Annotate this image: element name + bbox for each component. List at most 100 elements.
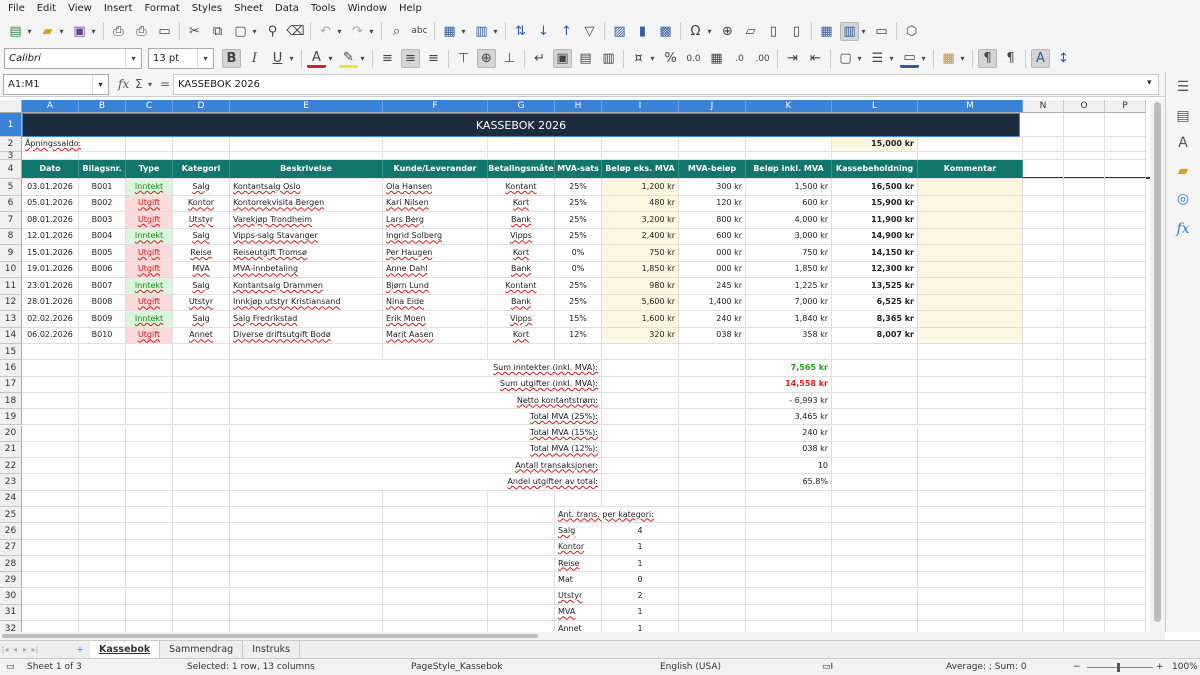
empty-cell[interactable]	[679, 392, 746, 410]
border-color-dropdown-icon[interactable]: ▾	[919, 49, 928, 68]
table-cell[interactable]: 16,500 kr	[832, 179, 918, 196]
column-label[interactable]: Bilagsnr.	[79, 160, 126, 179]
empty-cell[interactable]	[832, 604, 918, 622]
empty-cell[interactable]	[1064, 160, 1105, 179]
empty-cell[interactable]	[1064, 604, 1105, 622]
category-name[interactable]: Kontor	[555, 539, 602, 556]
table-cell[interactable]: Vipps	[488, 311, 555, 328]
empty-cell[interactable]	[832, 523, 918, 540]
row-header[interactable]: 17	[0, 376, 22, 393]
selection-mode-icon[interactable]: ▭I	[822, 662, 833, 672]
row-header[interactable]: 14	[0, 327, 22, 344]
row-header[interactable]: 1	[0, 113, 22, 137]
table-cell[interactable]: Salg	[173, 228, 230, 245]
empty-cell[interactable]	[1064, 376, 1105, 393]
text-direction-horizontal-icon[interactable]: A	[1031, 49, 1050, 68]
empty-cell[interactable]	[1064, 490, 1105, 507]
empty-cell[interactable]	[918, 425, 1023, 442]
row-header[interactable]: 18	[0, 392, 22, 410]
row-header[interactable]: 20	[0, 425, 22, 442]
hyperlink-icon[interactable]: ⊕	[718, 22, 737, 41]
export-pdf-icon[interactable]: ⎙	[109, 22, 128, 41]
summary-value[interactable]: 240 kr	[746, 425, 832, 442]
menu-help[interactable]: Help	[393, 0, 428, 17]
empty-cell[interactable]	[488, 490, 555, 507]
column-header-m[interactable]: M	[918, 100, 1023, 113]
table-cell[interactable]: Utgift	[126, 212, 173, 229]
table-cell[interactable]: Nina Eide	[383, 294, 488, 311]
properties-icon[interactable]: ▤	[1174, 107, 1192, 125]
menu-styles[interactable]: Styles	[186, 0, 228, 17]
zoom-in-icon[interactable]: +	[1156, 662, 1164, 672]
table-cell[interactable]: Kort	[488, 195, 555, 212]
empty-cell[interactable]	[1023, 523, 1064, 540]
insert-chart-icon[interactable]: ▮	[633, 22, 652, 41]
empty-cell[interactable]	[22, 360, 79, 377]
empty-cell[interactable]	[383, 604, 488, 622]
column-header-o[interactable]: O	[1064, 100, 1105, 113]
empty-cell[interactable]	[918, 360, 1023, 377]
empty-cell[interactable]	[126, 555, 173, 573]
empty-cell[interactable]	[126, 523, 173, 540]
table-cell[interactable]: 1,200 kr	[602, 179, 679, 196]
empty-cell[interactable]	[1023, 344, 1064, 361]
row-header[interactable]: 12	[0, 294, 22, 311]
empty-cell[interactable]	[1105, 360, 1146, 377]
empty-cell[interactable]	[1064, 212, 1105, 229]
empty-cell[interactable]	[832, 360, 918, 377]
column-label[interactable]: Betalingsmåte	[488, 160, 555, 179]
empty-cell[interactable]	[173, 360, 230, 377]
table-cell[interactable]: Vipps	[488, 228, 555, 245]
redo-dropdown-icon[interactable]: ▾	[367, 22, 376, 41]
chevron-down-icon[interactable]: ▾	[92, 75, 108, 94]
empty-cell[interactable]	[746, 572, 832, 589]
empty-cell[interactable]	[1105, 621, 1146, 632]
opening-balance-value[interactable]: 15,000 kr	[832, 137, 918, 152]
empty-cell[interactable]	[22, 344, 79, 361]
empty-cell[interactable]	[918, 344, 1023, 361]
table-cell[interactable]: Utgift	[126, 195, 173, 212]
empty-cell[interactable]	[1105, 539, 1146, 556]
summary-label[interactable]: Antall transaksjoner:	[230, 458, 602, 475]
empty-cell[interactable]	[918, 392, 1023, 410]
empty-cell[interactable]	[1023, 179, 1064, 196]
empty-cell[interactable]	[1064, 137, 1105, 152]
table-cell[interactable]: 05.01.2026	[22, 195, 79, 212]
insert-image-icon[interactable]: ▨	[610, 22, 629, 41]
table-cell[interactable]: 12%	[555, 327, 602, 344]
empty-cell[interactable]	[1105, 409, 1146, 426]
summary-label[interactable]: Total MVA (25%):	[230, 409, 602, 426]
empty-cell[interactable]	[1064, 360, 1105, 377]
table-cell[interactable]	[918, 245, 1023, 262]
empty-cell[interactable]	[1105, 294, 1146, 311]
table-cell[interactable]: Kontantsalg Drammen	[230, 278, 383, 295]
empty-cell[interactable]	[679, 474, 746, 491]
table-cell[interactable]: 15.01.2026	[22, 245, 79, 262]
category-count[interactable]: 2	[602, 588, 679, 605]
table-cell[interactable]: Bank	[488, 261, 555, 278]
empty-cell[interactable]	[79, 344, 126, 361]
align-center-icon[interactable]: ≡	[401, 49, 420, 68]
empty-cell[interactable]	[79, 474, 126, 491]
zoom-level[interactable]: 100%	[1172, 662, 1198, 672]
empty-cell[interactable]	[679, 344, 746, 361]
page-style[interactable]: PageStyle_Kassebok	[411, 662, 503, 672]
empty-cell[interactable]	[1064, 458, 1105, 475]
table-cell[interactable]	[918, 327, 1023, 344]
table-cell[interactable]: 12.01.2026	[22, 228, 79, 245]
conditional-format-icon[interactable]: ▦	[939, 49, 958, 68]
table-cell[interactable]: 750 kr	[602, 245, 679, 262]
empty-cell[interactable]	[79, 604, 126, 622]
empty-cell[interactable]	[22, 425, 79, 442]
table-cell[interactable]: Annet	[173, 327, 230, 344]
zoom-out-icon[interactable]: −	[1073, 662, 1081, 672]
font-color-dropdown-icon[interactable]: ▾	[326, 49, 335, 68]
row-icon[interactable]: ▦	[440, 22, 459, 41]
empty-cell[interactable]	[79, 360, 126, 377]
empty-cell[interactable]	[1023, 228, 1064, 245]
empty-cell[interactable]	[918, 376, 1023, 393]
empty-cell[interactable]	[1064, 344, 1105, 361]
column-label[interactable]: MVA-beløp	[679, 160, 746, 179]
table-cell[interactable]: Varekjøp Trondheim	[230, 212, 383, 229]
empty-cell[interactable]	[1105, 555, 1146, 573]
